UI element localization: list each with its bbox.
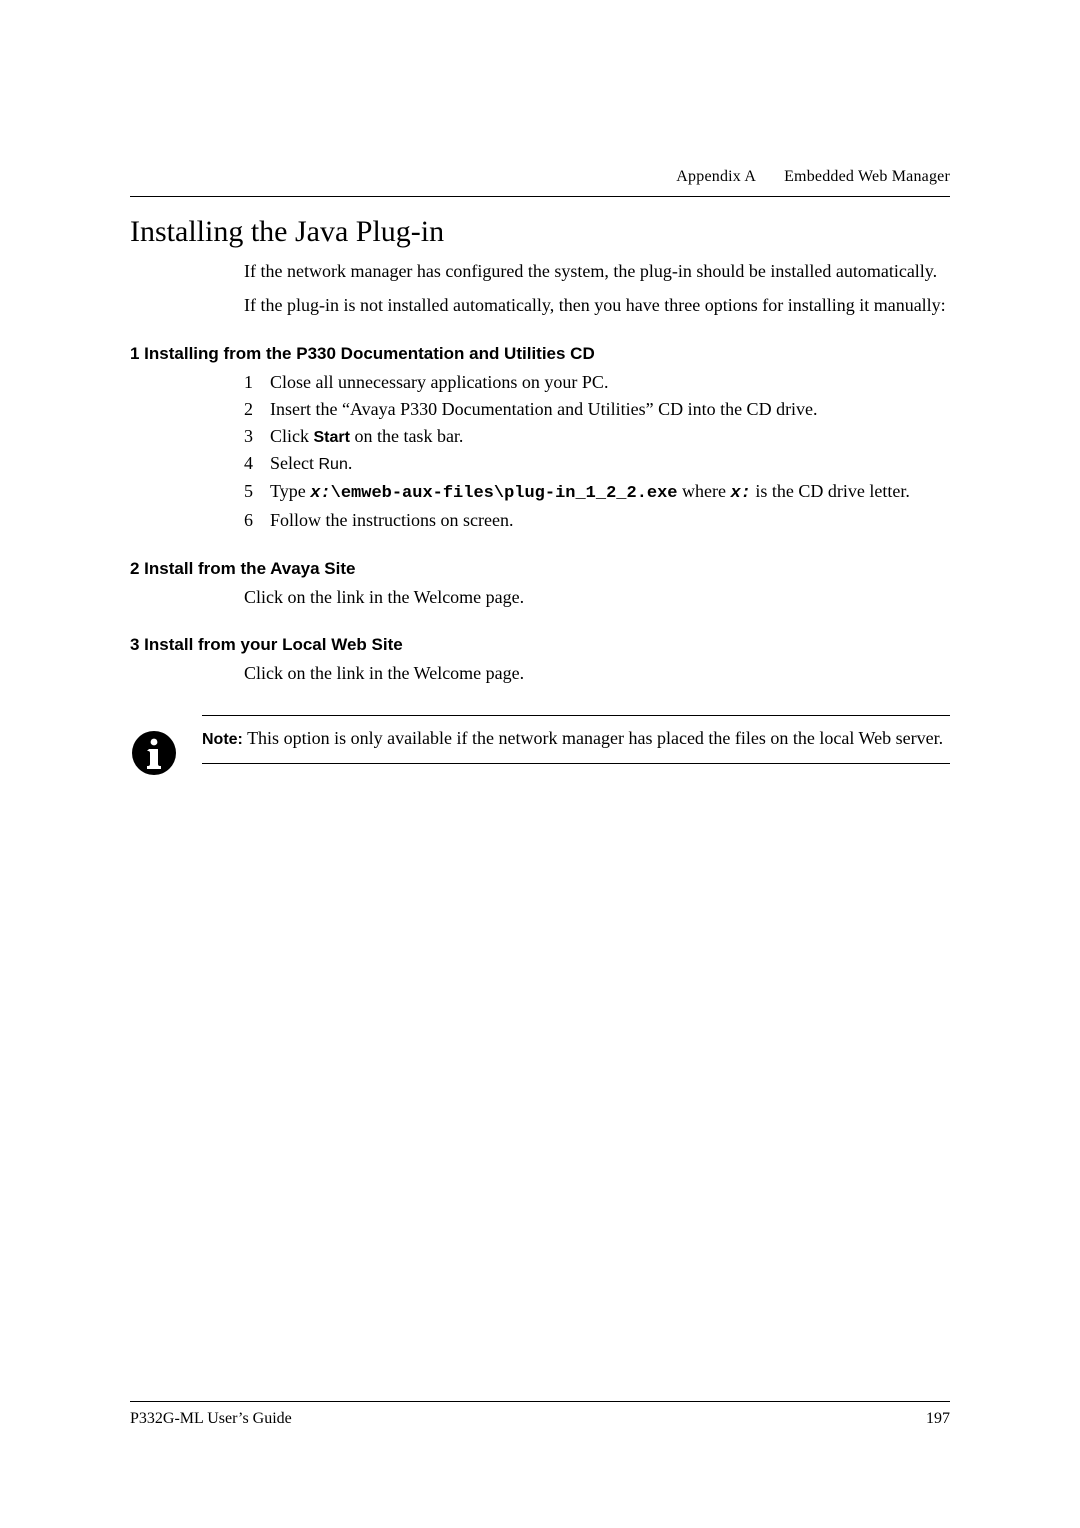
step-number: 6	[244, 508, 270, 533]
step-number: 4	[244, 451, 270, 476]
page-number: 197	[926, 1410, 950, 1428]
step-number: 2	[244, 397, 270, 422]
note-block: Note: This option is only available if t…	[130, 715, 950, 777]
sub3-body: Click on the link in the Welcome page.	[244, 661, 950, 685]
list-item: 5Type x:\emweb-aux-files\plug-in_1_2_2.e…	[244, 479, 950, 506]
footer-rule	[130, 1401, 950, 1402]
section-title: Installing the Java Plug-in	[130, 215, 950, 249]
step-text-post: is the CD drive letter.	[751, 481, 910, 501]
page-footer: P332G-ML User’s Guide 197	[130, 1401, 950, 1428]
note-body: This option is only available if the net…	[243, 728, 943, 748]
sub2-body: Click on the link in the Welcome page.	[244, 585, 950, 609]
sub2-body-block: Click on the link in the Welcome page.	[244, 585, 950, 609]
running-header: Appendix A Embedded Web Manager	[130, 168, 950, 186]
subhead-2: 2 Install from the Avaya Site	[130, 559, 950, 579]
list-item: 2Insert the “Avaya P330 Documentation an…	[244, 397, 950, 422]
step-text-pre: Select	[270, 453, 318, 473]
subhead-1: 1 Installing from the P330 Documentation…	[130, 344, 950, 364]
step-text-pre: Type	[270, 481, 310, 501]
sub3-body-block: Click on the link in the Welcome page.	[244, 661, 950, 685]
note-rule-bottom	[202, 763, 950, 764]
step-text-post: on the task bar.	[350, 426, 463, 446]
step-text: Close all unnecessary applications on yo…	[270, 372, 608, 392]
step-number: 5	[244, 479, 270, 504]
header-appendix: Appendix A	[676, 168, 756, 185]
steps-list-1: 1Close all unnecessary applications on y…	[244, 370, 950, 533]
intro-block: If the network manager has configured th…	[244, 259, 950, 318]
footer-doc-title: P332G-ML User’s Guide	[130, 1410, 292, 1428]
command-path: \emweb-aux-files\plug-in_1_2_2.exe	[331, 484, 678, 503]
header-title: Embedded Web Manager	[784, 168, 950, 185]
page: Appendix A Embedded Web Manager Installin…	[0, 0, 1080, 777]
ui-label-run: Run	[318, 456, 347, 473]
note-label: Note:	[202, 731, 243, 748]
intro-paragraph-1: If the network manager has configured th…	[244, 259, 950, 283]
intro-paragraph-2: If the plug-in is not installed automati…	[244, 293, 950, 317]
header-rule	[130, 196, 950, 197]
step-number: 3	[244, 424, 270, 449]
note-text: Note: This option is only available if t…	[202, 716, 950, 763]
list-item: 4Select Run.	[244, 451, 950, 476]
info-icon	[130, 729, 178, 777]
step-number: 1	[244, 370, 270, 395]
list-item: 1Close all unnecessary applications on y…	[244, 370, 950, 395]
ui-label-start: Start	[314, 429, 350, 446]
list-item: 6Follow the instructions on screen.	[244, 508, 950, 533]
step-text-post: .	[348, 453, 353, 473]
step-text-pre: Click	[270, 426, 314, 446]
drive-letter-placeholder: x:	[730, 484, 750, 503]
step-text: Insert the “Avaya P330 Documentation and…	[270, 399, 818, 419]
step-text: Follow the instructions on screen.	[270, 510, 513, 530]
drive-letter-placeholder: x:	[310, 484, 330, 503]
step-text-mid: where	[678, 481, 731, 501]
list-item: 3Click Start on the task bar.	[244, 424, 950, 449]
subhead-3: 3 Install from your Local Web Site	[130, 635, 950, 655]
note-content: Note: This option is only available if t…	[202, 715, 950, 764]
